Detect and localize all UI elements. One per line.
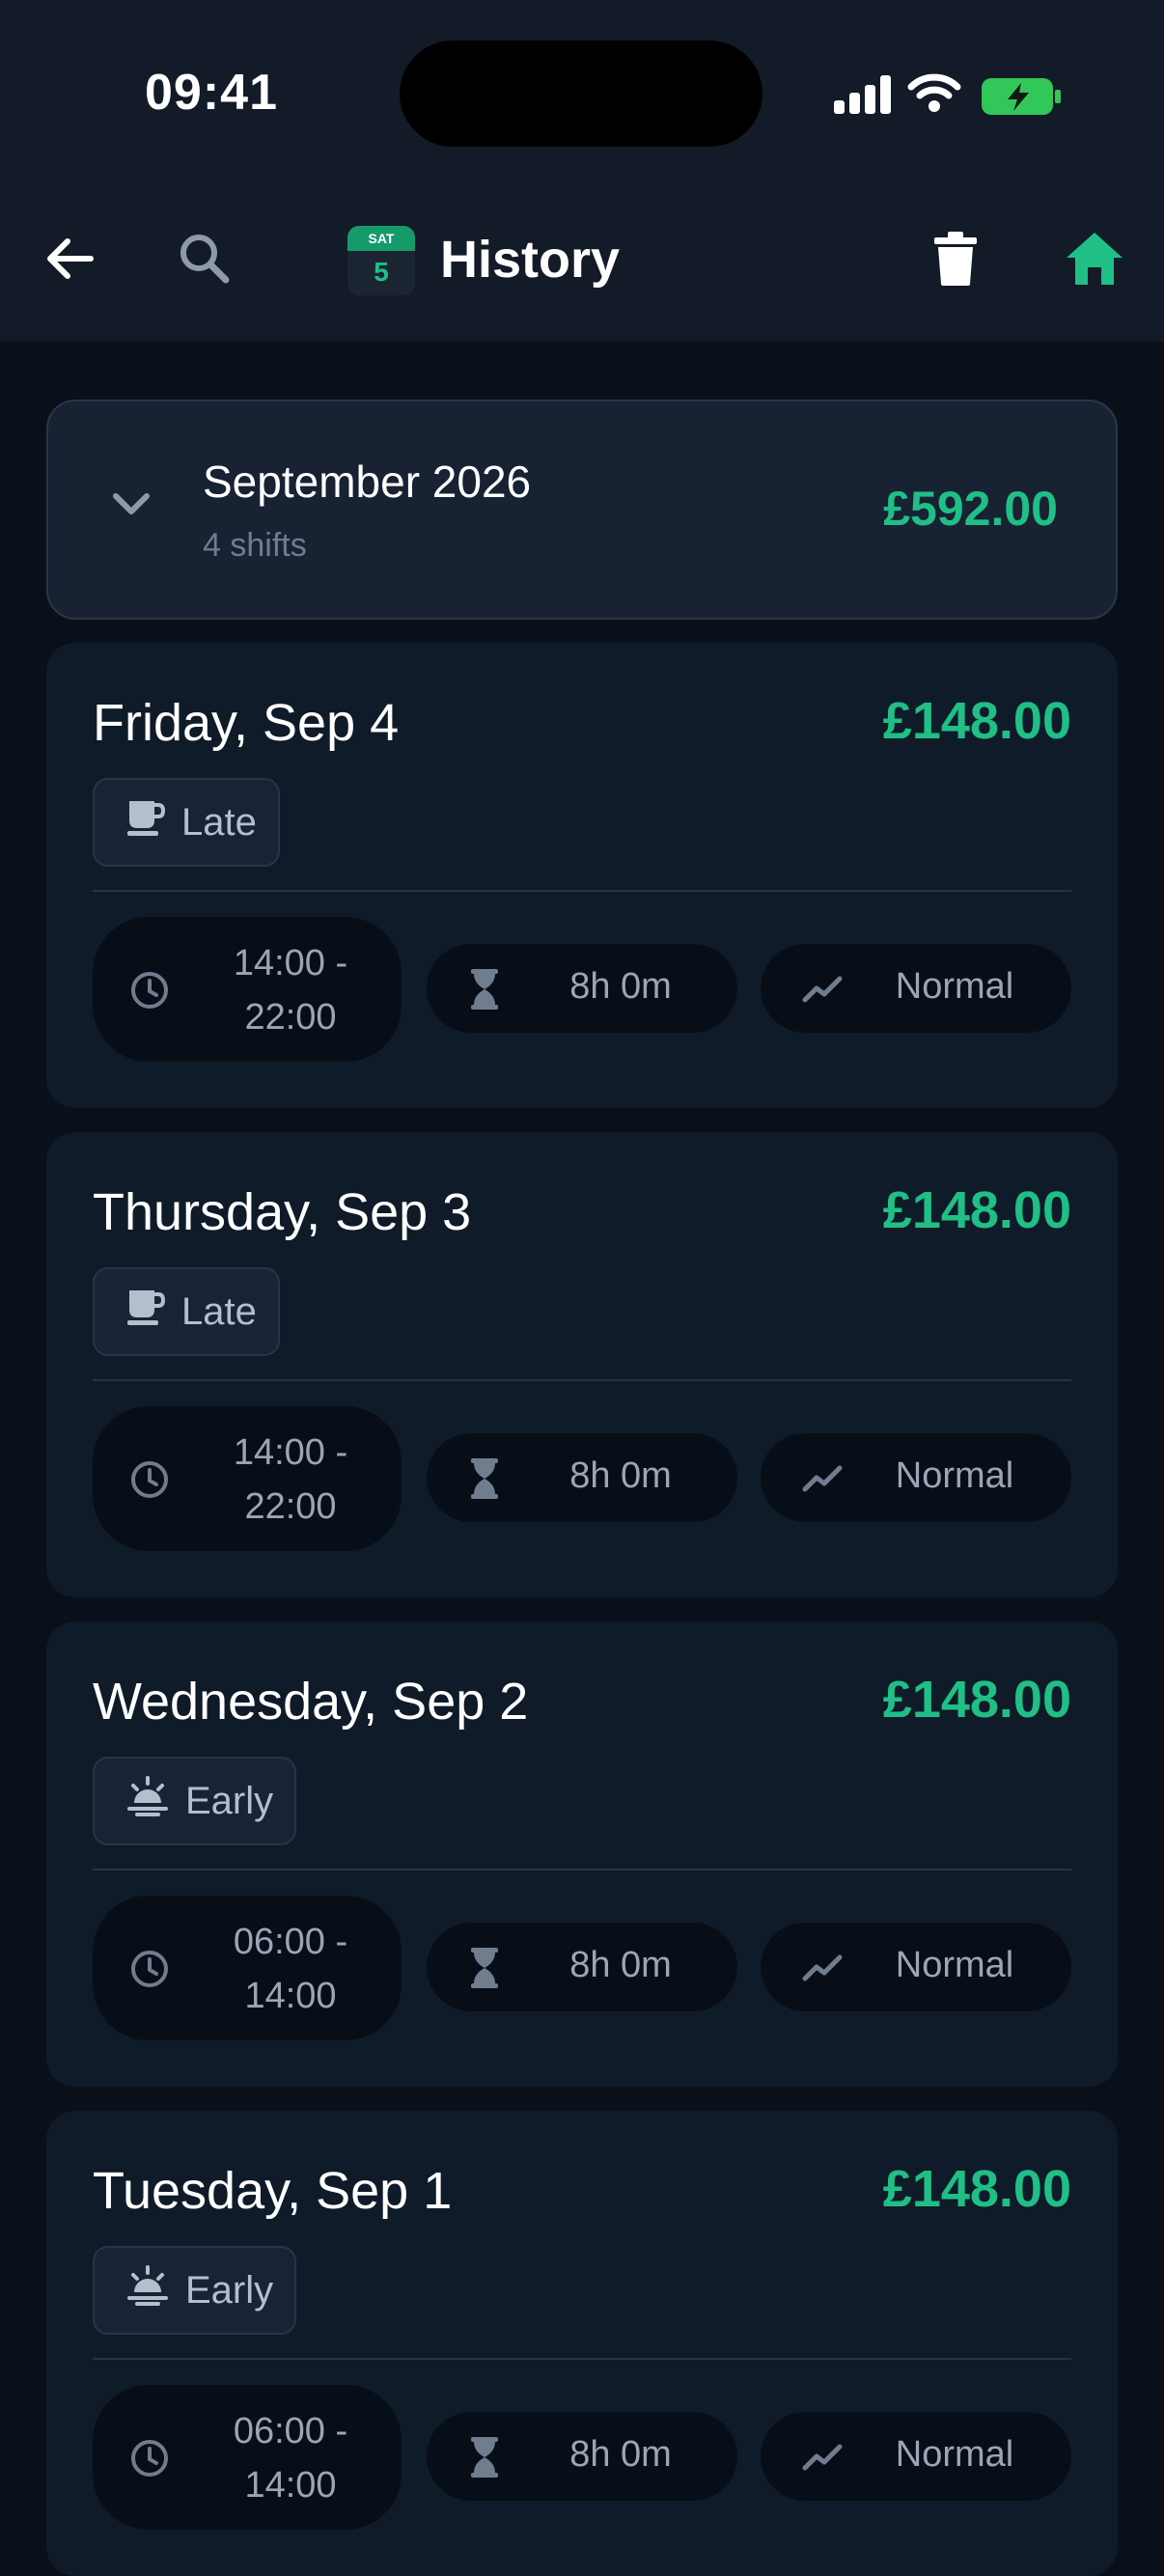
month-summary-card[interactable]: September 2026 4 shifts £592.00	[46, 400, 1118, 620]
time-start: 06:00 -	[233, 2411, 348, 2451]
trend-icon	[801, 969, 844, 1017]
delete-button[interactable]	[923, 226, 988, 291]
time-range-text: 14:00 - 22:00	[199, 1426, 382, 1534]
shift-amount: £148.00	[882, 692, 1071, 750]
divider	[93, 2358, 1071, 2360]
shift-date: Wednesday, Sep 2	[93, 1673, 529, 1731]
time-start: 06:00 -	[233, 1922, 348, 1962]
shift-type-label: Late	[181, 1289, 257, 1333]
calendar-icon: SAT 5	[347, 226, 415, 295]
home-button[interactable]	[1060, 226, 1129, 291]
duration-text: 8h 0m	[569, 966, 672, 1007]
back-button[interactable]	[39, 228, 100, 290]
rate-pill: Normal	[761, 1923, 1071, 2011]
trend-icon	[801, 1948, 844, 1996]
cellular-signal-icon	[834, 75, 892, 114]
calendar-day-label: SAT	[347, 226, 415, 251]
shift-amount: £148.00	[882, 1671, 1071, 1729]
clock-icon	[129, 2438, 170, 2488]
shift-type-tag: Late	[93, 778, 280, 867]
time-range-pill: 14:00 - 22:00	[93, 917, 402, 1062]
status-time: 09:41	[145, 65, 278, 121]
rate-text: Normal	[895, 1455, 1014, 1496]
clock-icon	[129, 1459, 170, 1510]
rate-pill: Normal	[761, 944, 1071, 1033]
time-end: 14:00	[244, 1976, 337, 2016]
duration-text: 8h 0m	[569, 2434, 672, 2475]
home-icon	[1067, 233, 1122, 285]
clock-icon	[129, 970, 170, 1020]
rate-pill: Normal	[761, 1433, 1071, 1522]
sunrise-icon	[125, 1776, 170, 1826]
shift-card[interactable]: Wednesday, Sep 2 £148.00 Early 06:00 - 1…	[46, 1621, 1118, 2087]
duration-pill: 8h 0m	[427, 1433, 737, 1522]
duration-text: 8h 0m	[569, 1455, 672, 1496]
hourglass-icon	[467, 969, 502, 1019]
battery-charging-icon	[982, 78, 1061, 115]
divider	[93, 1379, 1071, 1381]
trend-icon	[801, 1458, 844, 1507]
shift-card[interactable]: Friday, Sep 4 £148.00 Late 14:00 - 22:00	[46, 643, 1118, 1108]
time-range-text: 06:00 - 14:00	[199, 1915, 382, 2023]
status-bar: 09:41	[0, 0, 1164, 193]
shift-type-tag: Late	[93, 1267, 280, 1356]
search-button[interactable]	[174, 228, 236, 290]
app-bar: SAT 5 History	[0, 193, 1164, 342]
divider	[93, 1869, 1071, 1870]
trash-icon	[934, 232, 977, 286]
shift-card[interactable]: Thursday, Sep 3 £148.00 Late 14:00 - 22:…	[46, 1132, 1118, 1597]
shift-date: Friday, Sep 4	[93, 694, 400, 752]
shift-date: Thursday, Sep 3	[93, 1183, 472, 1241]
coffee-cup-icon	[125, 1287, 166, 1337]
month-title: September 2026	[203, 457, 532, 507]
divider	[93, 890, 1071, 892]
hourglass-icon	[467, 2437, 502, 2487]
search-icon	[180, 235, 230, 284]
time-start: 14:00 -	[233, 943, 348, 983]
time-start: 14:00 -	[233, 1432, 348, 1473]
calendar-date-label: 5	[374, 257, 389, 287]
wifi-icon	[907, 73, 961, 112]
hourglass-icon	[467, 1458, 502, 1509]
month-shift-count: 4 shifts	[203, 527, 307, 564]
time-end: 22:00	[244, 997, 337, 1038]
coffee-cup-icon	[125, 797, 166, 847]
shift-amount: £148.00	[882, 2160, 1071, 2218]
shift-card[interactable]: Tuesday, Sep 1 £148.00 Early 06:00 - 14:…	[46, 2111, 1118, 2576]
page-title: History	[440, 231, 621, 289]
rate-text: Normal	[895, 1945, 1014, 1985]
duration-pill: 8h 0m	[427, 1923, 737, 2011]
shift-type-tag: Early	[93, 1757, 297, 1845]
rate-text: Normal	[895, 2434, 1014, 2475]
dynamic-island	[400, 41, 762, 147]
time-end: 14:00	[244, 2465, 337, 2506]
rate-text: Normal	[895, 966, 1014, 1007]
time-range-text: 06:00 - 14:00	[199, 2404, 382, 2512]
time-range-pill: 06:00 - 14:00	[93, 2385, 402, 2530]
time-range-pill: 14:00 - 22:00	[93, 1406, 402, 1551]
rate-pill: Normal	[761, 2412, 1071, 2501]
time-range-text: 14:00 - 22:00	[199, 936, 382, 1044]
clock-icon	[129, 1949, 170, 1999]
hourglass-icon	[467, 1948, 502, 1998]
arrow-left-icon	[47, 238, 94, 279]
shift-type-label: Late	[181, 800, 257, 844]
shift-type-label: Early	[185, 1779, 274, 1822]
shift-type-label: Early	[185, 2268, 274, 2312]
shift-date: Tuesday, Sep 1	[93, 2162, 453, 2220]
shift-amount: £148.00	[882, 1181, 1071, 1239]
duration-pill: 8h 0m	[427, 944, 737, 1033]
duration-pill: 8h 0m	[427, 2412, 737, 2501]
duration-text: 8h 0m	[569, 1945, 672, 1985]
chevron-down-icon[interactable]	[110, 488, 152, 517]
month-total: £592.00	[883, 482, 1058, 536]
sunrise-icon	[125, 2265, 170, 2315]
time-end: 22:00	[244, 1486, 337, 1527]
shift-type-tag: Early	[93, 2246, 297, 2335]
time-range-pill: 06:00 - 14:00	[93, 1896, 402, 2040]
trend-icon	[801, 2437, 844, 2485]
